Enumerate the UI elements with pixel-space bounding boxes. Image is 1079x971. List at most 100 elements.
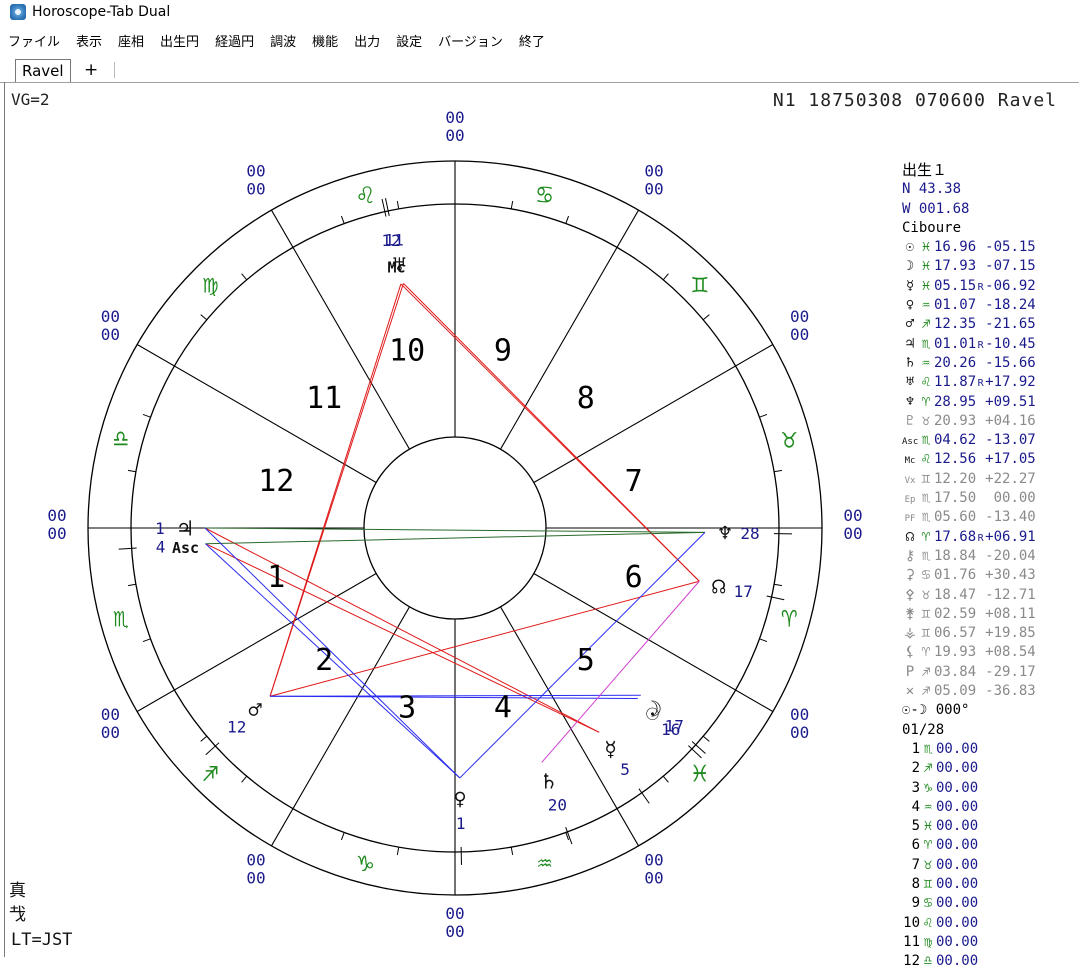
menu-item-2[interactable]: 座相 [110,31,152,50]
mc-icon[interactable]: Mc [388,258,406,276]
zodiac-pisces-icon: ♓ [692,759,708,789]
menu-item-10[interactable]: 終了 [511,31,553,50]
panel-house-number: 5 [902,817,920,836]
node-icon[interactable]: ☊ [712,575,726,600]
panel-row-7: ♄♒20.26-15.66 [902,354,1079,373]
bottom-left-label-1: 真 [9,876,26,901]
panel-row-19: ⚴♉18.47-12.71 [902,586,1079,605]
panel-row-18: ⚳♋01.76+30.43 [902,566,1079,585]
menu-item-0[interactable]: ファイル [0,31,68,50]
panel-row-19-longitude: 18.47 [934,587,976,603]
panel-house-number: 12 [902,952,920,971]
mars-degree-label: 12 [227,718,246,737]
panel-row-3: ☿♓05.15R-06.92 [902,277,1079,296]
house-cusp-line-8 [137,574,376,712]
cusp-degree-label-1-2: 00 [843,524,862,543]
panel-row-15-sign-icon: ♏ [918,508,934,527]
panel-house-sign-icon: ♊ [920,875,936,894]
menu-item-9[interactable]: バージョン [430,31,511,50]
panel-row-14-declination: 00.00 [985,490,1036,506]
panel-row-4-longitude: 01.07 [934,297,976,313]
menu-item-4[interactable]: 経過円 [207,31,262,50]
aspect-line-jupiter-neptune [205,528,705,532]
panel-house-sign-icon: ♈ [920,836,936,855]
panel-row-8-retrograde-flag: R [976,374,985,393]
tab-ravel[interactable]: Ravel [15,59,71,82]
cusp-degree-label-9-1: 00 [246,851,265,870]
moon-icon[interactable]: ☽ [649,698,662,723]
panel-row-6-declination: -10.45 [985,336,1036,352]
mercury-icon[interactable]: ☿ [604,738,617,763]
house-cusp-line-11 [501,607,639,846]
aspect-line-mc-node [401,284,699,581]
panel-row-5-declination: -21.65 [985,316,1036,332]
venus-degree-label: 1 [456,814,466,833]
panel-row-13-sign-icon: ♊ [918,470,934,489]
panel-row-9-declination: +09.51 [985,394,1036,410]
panel-house-row-12: 12♎00.00 [902,952,1079,971]
panel-row-22: ⚸♈19.93+08.54 [902,643,1079,662]
panel-row-10-body-icon: ♇ [902,412,918,431]
panel-row-23-body-icon: P [902,663,918,682]
panel-row-23-longitude: 03.84 [934,664,976,680]
panel-house-number: 2 [902,759,920,778]
degree-tick-220 [201,736,207,741]
panel-row-21-longitude: 06.57 [934,625,976,641]
panel-row-16-retrograde-flag: R [976,529,985,548]
panel-row-16-declination: +06.91 [985,529,1036,545]
neptune-icon[interactable]: ♆ [718,522,731,547]
data-panel: 出生１N 43.38W 001.68Ciboure☉♓16.96-05.15☽♓… [902,161,1079,971]
panel-row-18-longitude: 01.76 [934,567,976,583]
asc-icon[interactable]: Asc [172,539,199,557]
house-number-4: 4 [494,691,512,726]
horoscope-wheel[interactable]: ♈♉♊♋♌♍♎♏♐♑♒♓1234567891011120000000000000… [5,83,895,957]
cusp-degree-label-9-2: 00 [246,869,265,888]
panel-row-2-declination: -07.15 [985,258,1036,274]
zodiac-libra-icon: ♎ [113,424,129,454]
panel-house-degree: 00.00 [936,915,978,931]
panel-row-22-longitude: 19.93 [934,644,976,660]
panel-row-24: ✕♐05.09-36.83 [902,682,1079,701]
tab-bar: Ravel + [0,54,1079,83]
degree-tick-10 [774,470,782,471]
menu-bar: ファイル表示座相出生円経過円調波機能出力設定バージョン終了 [0,28,553,52]
panel-house-row-6: 6♈00.00 [902,836,1079,855]
menu-item-7[interactable]: 出力 [346,31,388,50]
panel-row-22-declination: +08.54 [985,644,1036,660]
cusp-degree-label-7-2: 00 [47,524,66,543]
panel-house-sign-icon: ♉ [920,856,936,875]
menu-item-3[interactable]: 出生円 [152,31,207,50]
menu-item-1[interactable]: 表示 [68,31,110,50]
house-number-11: 11 [306,381,342,416]
cusp-degree-label-8-1: 00 [101,705,120,724]
panel-row-5-body-icon: ♂ [902,315,918,334]
panel-house-degree: 00.00 [936,953,978,969]
panel-row-9-sign-icon: ♈ [918,393,934,412]
menu-item-6[interactable]: 機能 [304,31,346,50]
panel-house-degree: 00.00 [936,741,978,757]
chart-canvas[interactable]: VG=2 N1 18750308 070600 Ravel ♈♉♊♋♌♍♎♏♐♑… [5,83,1079,957]
panel-row-1-body-icon: ☉ [902,238,918,257]
panel-house-row-5: 5♓00.00 [902,817,1079,836]
mars-icon[interactable]: ♂ [249,699,263,724]
asc-degree-label: 4 [156,538,166,557]
degree-tick-170 [128,470,136,471]
saturn-icon[interactable]: ♄ [542,770,555,795]
aspect-line-mars-sun [270,696,638,698]
panel-row-17-body-icon: ⚷ [902,547,918,566]
panel-row-21-declination: +19.85 [985,625,1036,641]
venus-icon[interactable]: ♀ [454,787,467,812]
neptune-degree-label: 28 [740,524,759,543]
zodiac-gemini-icon: ♊ [692,269,708,299]
degree-tick-340 [759,639,767,642]
panel-house-degree: 00.00 [936,876,978,892]
degree-tick-50 [663,274,668,280]
panel-row-9: ♆♈28.95+09.51 [902,393,1079,412]
node-position-tick [767,596,785,600]
panel-row-21-sign-icon: ♊ [918,624,934,643]
panel-row-13-declination: +22.27 [985,471,1036,487]
house-number-12: 12 [258,464,294,499]
menu-item-5[interactable]: 調波 [262,31,304,50]
add-tab-button[interactable]: + [84,59,98,81]
menu-item-8[interactable]: 設定 [388,31,430,50]
